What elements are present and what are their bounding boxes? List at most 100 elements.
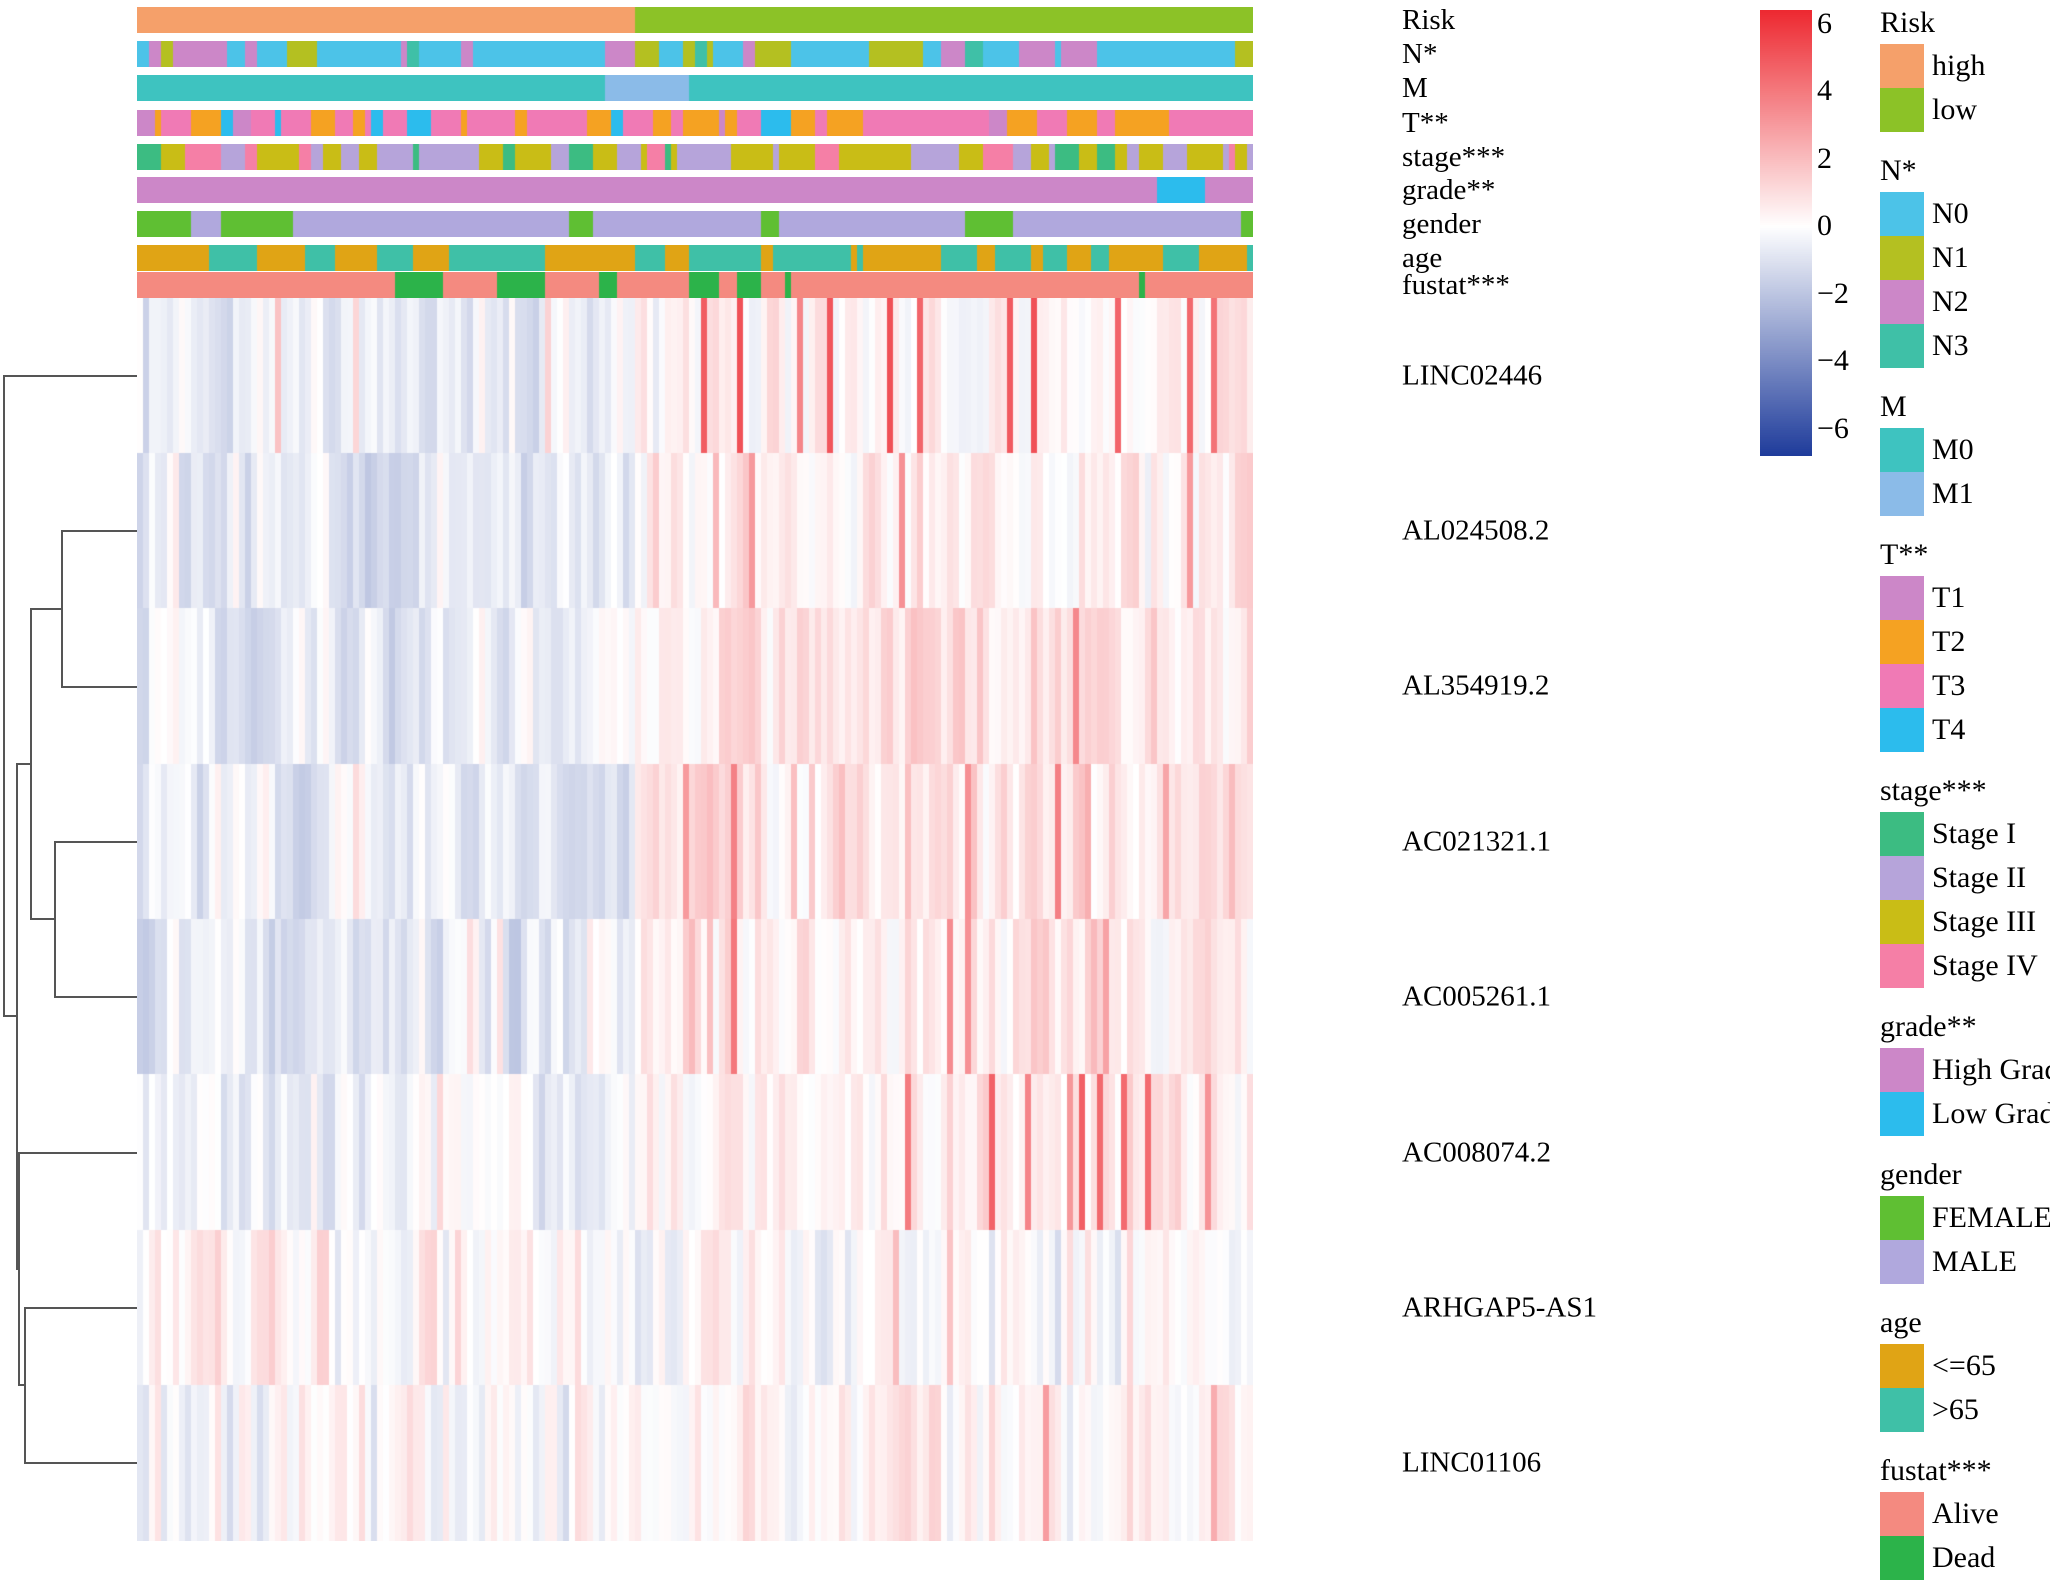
annotation-tracks: Risk N* M T** stage*** grade** gender age fustat… (137, 0, 1510, 300)
legend-swatch-65 (1880, 1388, 1924, 1432)
legend-title-age: age (1880, 1306, 1922, 1339)
legend-swatch-n1 (1880, 236, 1924, 280)
annotation-track-label-stage: stage*** (1402, 141, 1506, 173)
heatmap-row-label-arhgap5-as1: ARHGAP5-AS1 (1402, 1291, 1597, 1324)
colorbar-tick-0: 0 (1817, 209, 1832, 243)
heatmap-row-label-ac021321.1: AC021321.1 (1402, 825, 1552, 858)
legend-swatch-n0 (1880, 192, 1924, 236)
legend-label-female: FEMALE (1932, 1201, 2050, 1234)
colorbar-tick-2: 2 (1817, 141, 1832, 175)
annotation-track-canvas (137, 177, 1253, 203)
legend-swatch-highgrade (1880, 1048, 1924, 1092)
legend-swatch-m1 (1880, 472, 1924, 516)
legend-label-65: <=65 (1932, 1349, 1996, 1382)
heatmap-row-label-linc02446: LINC02446 (1402, 359, 1543, 392)
legend-swatch-stageiv (1880, 944, 1924, 988)
expression-colorbar (1760, 10, 1812, 456)
legend-swatch-low (1880, 88, 1924, 132)
annotation-track-Risk (137, 7, 1253, 33)
legend-swatch-alive (1880, 1492, 1924, 1536)
legend-title-t: T** (1880, 538, 1929, 571)
legend-title-gender: gender (1880, 1158, 1962, 1191)
legend-label-n2: N2 (1932, 285, 1969, 318)
legend-title-risk: Risk (1880, 6, 1936, 39)
annotation-track-canvas (137, 144, 1253, 170)
legend-label-stageii: Stage II (1932, 861, 2027, 894)
legend-swatch-t2 (1880, 620, 1924, 664)
legend-swatch-female (1880, 1196, 1924, 1240)
legend-label-t4: T4 (1932, 713, 1966, 746)
annotation-track-gender (137, 211, 1253, 237)
legend-label-m0: M0 (1932, 433, 1974, 466)
legend-label-n1: N1 (1932, 241, 1969, 274)
legend-swatch-n2 (1880, 280, 1924, 324)
heatmap-row-label-linc01106: LINC01106 (1402, 1446, 1542, 1479)
legend-label-65: >65 (1932, 1393, 1979, 1426)
legend-label-t1: T1 (1932, 581, 1966, 614)
annotation-track-label-Risk: Risk (1402, 4, 1456, 36)
annotation-track-canvas (137, 7, 1253, 33)
legend-label-stageiii: Stage III (1932, 905, 2037, 938)
categorical-legends: Risk high low N* N0 N1 N2 N3 M M0 M1 T** T1 T2 T3 T4 sta… (1880, 0, 2050, 1580)
colorbar-tick-neg2: −2 (1817, 276, 1849, 310)
legend-label-alive: Alive (1932, 1497, 1999, 1530)
heatmap-row-label-ac005261.1: AC005261.1 (1402, 980, 1552, 1013)
annotation-track-canvas (137, 75, 1253, 101)
legend-swatch-t4 (1880, 708, 1924, 752)
legend-label-stagei: Stage I (1932, 817, 2017, 850)
colorbar-tick-neg6: −6 (1817, 411, 1849, 445)
legend-label-t2: T2 (1932, 625, 1966, 658)
legend-swatch-t3 (1880, 664, 1924, 708)
annotation-track-label-gender: gender (1402, 208, 1481, 240)
heatmap-row-label-ac008074.2: AC008074.2 (1402, 1136, 1552, 1169)
legend-swatch-stagei (1880, 812, 1924, 856)
annotation-track-label-age: age (1402, 242, 1443, 274)
annotation-track-label-fustat: fustat*** (1402, 269, 1510, 301)
colorbar-tick-6: 6 (1817, 6, 1832, 40)
annotation-track-canvas (137, 245, 1253, 271)
legend-title-fustat: fustat*** (1880, 1454, 1992, 1487)
annotation-track-M (137, 75, 1253, 101)
heatmap-row-label-al354919.2: AL354919.2 (1402, 669, 1550, 702)
legend-label-n0: N0 (1932, 197, 1969, 230)
legend-swatch-dead (1880, 1536, 1924, 1580)
legend-title-m: M (1880, 390, 1907, 423)
annotation-track-label-M: M (1402, 72, 1428, 104)
legend-swatch-stageii (1880, 856, 1924, 900)
row-dendrogram (3, 375, 137, 1464)
annotation-track-stage (137, 144, 1253, 170)
legend-swatch-n3 (1880, 324, 1924, 368)
annotation-track-age (137, 245, 1253, 271)
legend-swatch-65 (1880, 1344, 1924, 1388)
legend-label-t3: T3 (1932, 669, 1966, 702)
legend-title-n: N* (1880, 154, 1917, 187)
legend-title-grade: grade** (1880, 1010, 1977, 1043)
legend-swatch-m0 (1880, 428, 1924, 472)
legend-title-stage: stage*** (1880, 774, 1987, 807)
annotation-track-canvas (137, 211, 1253, 237)
annotation-track-label-grade: grade** (1402, 174, 1496, 206)
annotation-track-canvas (137, 272, 1253, 298)
annotation-track-label-T: T** (1402, 107, 1449, 139)
annotation-track-N (137, 41, 1253, 67)
legend-swatch-lowgrade (1880, 1092, 1924, 1136)
legend-label-highgrade: High Grade (1932, 1053, 2050, 1086)
colorbar-tick-neg4: −4 (1817, 344, 1849, 378)
legend-label-m1: M1 (1932, 477, 1974, 510)
legend-label-low: low (1932, 93, 1977, 126)
legend-label-n3: N3 (1932, 329, 1969, 362)
legend-label-high: high (1932, 49, 1986, 82)
legend-label-dead: Dead (1932, 1541, 1996, 1574)
legend-label-stageiv: Stage IV (1932, 949, 2038, 982)
legend-swatch-high (1880, 44, 1924, 88)
legend-swatch-stageiii (1880, 900, 1924, 944)
annotation-track-canvas (137, 110, 1253, 136)
annotation-track-fustat (137, 272, 1253, 298)
annotation-track-canvas (137, 41, 1253, 67)
legend-label-male: MALE (1932, 1245, 2017, 1278)
annotation-track-label-N: N* (1402, 38, 1438, 70)
heatmap-row-label-al024508.2: AL024508.2 (1402, 514, 1550, 547)
legend-swatch-male (1880, 1240, 1924, 1284)
annotation-track-grade (137, 177, 1253, 203)
legend-swatch-t1 (1880, 576, 1924, 620)
